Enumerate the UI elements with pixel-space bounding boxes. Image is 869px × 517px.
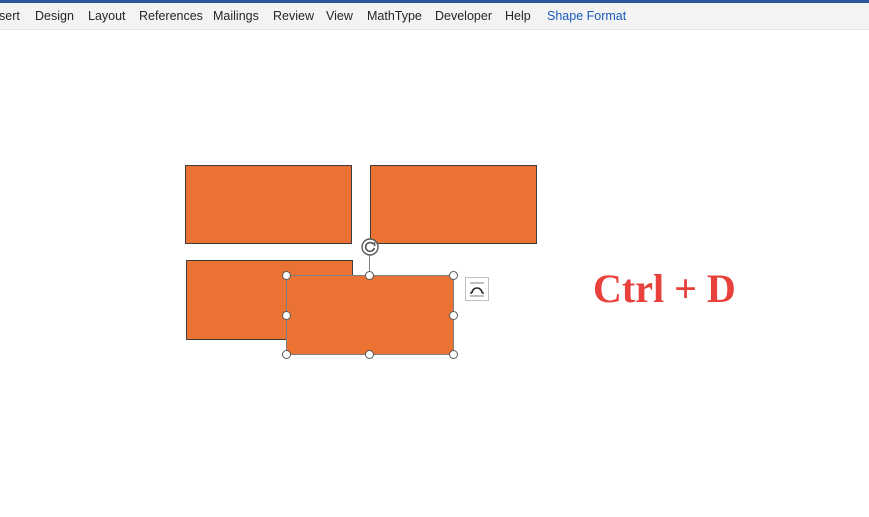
rectangle-shape-top-left[interactable]: [185, 165, 352, 244]
resize-handle-bottom-right[interactable]: [449, 350, 458, 359]
layout-options-icon[interactable]: [465, 277, 489, 301]
shortcut-label: Ctrl + D: [593, 266, 736, 311]
resize-handle-top-right[interactable]: [449, 271, 458, 280]
tab-shape-format[interactable]: Shape Format: [547, 9, 626, 24]
resize-handle-right[interactable]: [449, 311, 458, 320]
resize-handle-bottom[interactable]: [365, 350, 374, 359]
tab-references[interactable]: References: [139, 9, 203, 24]
resize-handle-top-left[interactable]: [282, 271, 291, 280]
rotate-icon[interactable]: [360, 237, 380, 257]
tab-insert[interactable]: sert: [0, 9, 20, 24]
tab-design[interactable]: Design: [35, 9, 74, 24]
rectangle-shape-duplicate-selected[interactable]: [286, 275, 454, 355]
resize-handle-bottom-left[interactable]: [282, 350, 291, 359]
rectangle-shape-top-right[interactable]: [370, 165, 537, 244]
tab-review[interactable]: Review: [273, 9, 314, 24]
resize-handle-top[interactable]: [365, 271, 374, 280]
tab-help[interactable]: Help: [505, 9, 531, 24]
tab-mailings[interactable]: Mailings: [213, 9, 259, 24]
resize-handle-left[interactable]: [282, 311, 291, 320]
tab-layout[interactable]: Layout: [88, 9, 126, 24]
tab-mathtype[interactable]: MathType: [367, 9, 422, 24]
document-page[interactable]: [0, 30, 869, 517]
tab-view[interactable]: View: [326, 9, 353, 24]
ribbon-tab-bar: sert Design Layout References Mailings R…: [0, 3, 869, 30]
tab-developer[interactable]: Developer: [435, 9, 492, 24]
